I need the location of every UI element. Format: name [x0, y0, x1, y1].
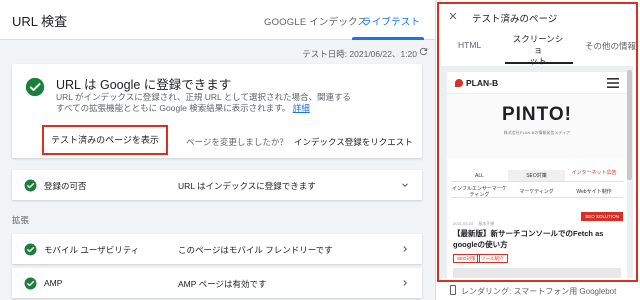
category-badge: SEO SOLUTION: [581, 212, 623, 221]
panel-title: テスト済みのページ: [472, 14, 558, 25]
row-value: このページはモバイル フレンドリーです: [178, 245, 333, 255]
request-indexing-button[interactable]: インデックス登録をリクエスト: [294, 136, 413, 148]
screenshot-viewport[interactable]: PLAN-B PINTO! 株式会社PLAN-Bの情報発信メディア ALL SE…: [441, 66, 633, 278]
check-circle-icon: [24, 277, 37, 290]
smartphone-icon: [450, 285, 456, 295]
nav-item: ALL: [451, 170, 508, 182]
render-note: レンダリング: スマートフォン用 Googlebot: [450, 285, 616, 297]
chevron-down-icon[interactable]: [400, 180, 410, 190]
article-tag: ツール紹介: [477, 254, 508, 263]
nav-item: インフルエンサーマーケティング: [451, 186, 508, 198]
chevron-right-icon[interactable]: [400, 244, 410, 254]
result-description: URL がインデックスに登録され、正規 URL として選択された場合、関連するす…: [56, 92, 356, 114]
site-logo: PLAN-B: [455, 78, 498, 88]
indexability-row[interactable]: 登録の可否 URL はインデックスに登録できます: [12, 170, 422, 200]
site-logo-text: PLAN-B: [466, 78, 499, 88]
active-tab-indicator: [505, 62, 573, 64]
check-circle-icon: [24, 179, 37, 192]
active-tab-indicator: [352, 37, 424, 40]
rendered-page-screenshot: PLAN-B PINTO! 株式会社PLAN-Bの情報発信メディア ALL SE…: [447, 72, 627, 278]
nav-item: SEO対策: [508, 170, 565, 182]
row-value: URL はインデックスに登録できます: [178, 181, 316, 191]
article-title: 【最新版】新サーチコンソールでのFetch as googleの使い方: [453, 229, 604, 249]
logo-mark-icon: [455, 79, 463, 87]
amp-row[interactable]: AMP AMP ページは有効です: [12, 268, 422, 298]
test-date: テスト日時: 2021/06/22、1:20: [302, 49, 417, 59]
view-tested-page-button[interactable]: テスト済みのページを表示: [42, 125, 168, 155]
row-label: 登録の可否: [44, 181, 87, 191]
row-value: AMP ページは有効です: [178, 279, 267, 289]
row-label: AMP: [44, 278, 63, 288]
url-inspection-panel: URL 検査 GOOGLE インデックス ライブテスト テスト日時: 2021/…: [0, 0, 435, 300]
article-thumbnail: [453, 268, 621, 278]
site-brand-banner: PINTO! 株式会社PLAN-Bの情報発信メディア: [447, 94, 627, 158]
row-label: モバイル ユーザビリティ: [44, 245, 140, 255]
nav-item: Webサイト制作: [565, 186, 623, 198]
chevron-right-icon[interactable]: [400, 278, 410, 288]
render-note-text: レンダリング: スマートフォン用 Googlebot: [461, 287, 617, 296]
site-header: PLAN-B: [447, 72, 627, 94]
details-link[interactable]: 詳細: [293, 103, 310, 113]
site-brand-subtitle: 株式会社PLAN-Bの情報発信メディア: [503, 130, 571, 135]
nav-item: マーケティング: [508, 186, 565, 198]
site-brand: PINTO!: [501, 104, 573, 125]
tab-html[interactable]: HTML: [458, 40, 481, 50]
changed-page-question: ページを変更しましたか？: [186, 137, 288, 147]
top-bar: URL 検査 GOOGLE インデックス ライブテスト: [0, 0, 435, 40]
nav-item: インターネット広告: [565, 170, 623, 182]
tab-more-info[interactable]: その他の情報: [585, 40, 636, 52]
screenshot-scrollbar[interactable]: [627, 70, 632, 180]
enhancements-section-label: 拡張: [12, 215, 30, 225]
page-title: URL 検査: [12, 14, 68, 29]
menu-icon: [607, 78, 619, 88]
tab-screenshot-line1: スクリーンショ: [512, 34, 564, 55]
check-circle-icon: [24, 243, 37, 256]
refresh-icon[interactable]: [418, 46, 429, 57]
article-meta: 2021.03.23 基本手順: [453, 221, 495, 226]
tab-google-index[interactable]: GOOGLE インデックス: [264, 14, 367, 28]
mobile-usability-row[interactable]: モバイル ユーザビリティ このページはモバイル フレンドリーです: [12, 234, 422, 264]
close-icon[interactable]: [448, 11, 458, 21]
article-tag: SEO対策: [453, 254, 480, 263]
check-circle-icon: [25, 77, 45, 97]
tab-live-test[interactable]: ライブテスト: [362, 14, 420, 28]
result-heading: URL は Google に登録できます: [56, 78, 232, 92]
